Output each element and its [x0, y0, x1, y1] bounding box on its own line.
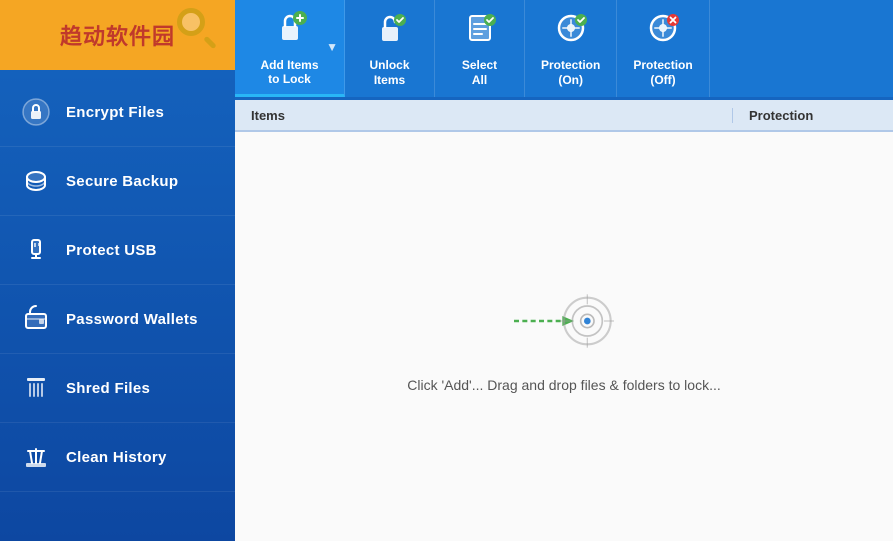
password-wallets-icon — [20, 303, 52, 335]
select-all-icon — [462, 10, 498, 54]
column-items: Items — [235, 108, 733, 123]
sidebar-item-shred-files-label: Shred Files — [66, 380, 150, 397]
sidebar-item-protect-usb-label: Protect USB — [66, 242, 157, 259]
empty-state: Click 'Add'... Drag and drop files & fol… — [235, 132, 893, 541]
select-all-button[interactable]: SelectAll — [435, 0, 525, 97]
protection-off-icon — [645, 10, 681, 54]
protection-off-button[interactable]: Protection(Off) — [617, 0, 709, 97]
shred-files-icon — [20, 372, 52, 404]
add-items-to-lock-label: Add Items to Lock — [260, 58, 318, 87]
logo-text: 趋动软件园 — [60, 19, 175, 51]
sidebar-item-encrypt-files-label: Encrypt Files — [66, 104, 164, 121]
empty-hint-text: Click 'Add'... Drag and drop files & fol… — [407, 377, 720, 393]
sidebar-item-clean-history-label: Clean History — [66, 449, 167, 466]
sidebar-item-password-wallets[interactable]: Password Wallets — [0, 285, 235, 354]
target-icon — [514, 281, 614, 361]
protection-on-button[interactable]: Protection(On) — [525, 0, 617, 97]
sidebar-item-secure-backup-label: Secure Backup — [66, 173, 178, 190]
content-area: Items Protection — [235, 100, 893, 541]
column-protection: Protection — [733, 108, 893, 123]
secure-backup-icon — [20, 165, 52, 197]
sidebar-item-encrypt-files[interactable]: Encrypt Files — [0, 78, 235, 147]
sidebar-item-protect-usb[interactable]: Protect USB — [0, 216, 235, 285]
dropdown-arrow-icon: ▼ — [326, 40, 338, 54]
protect-usb-icon — [20, 234, 52, 266]
sidebar-item-secure-backup[interactable]: Secure Backup — [0, 147, 235, 216]
protection-on-label: Protection(On) — [541, 58, 600, 87]
unlock-items-label: UnlockItems — [369, 58, 409, 87]
select-all-label: SelectAll — [462, 58, 497, 87]
toolbar: Add Items to Lock ▼ UnlockItems — [235, 0, 893, 100]
add-items-to-lock-button[interactable]: Add Items to Lock ▼ — [235, 0, 345, 97]
sidebar: 趋动软件园 Encrypt Files — [0, 0, 235, 541]
protection-on-icon — [553, 10, 589, 54]
add-items-lock-icon — [271, 8, 309, 54]
sidebar-item-clean-history[interactable]: Clean History — [0, 423, 235, 492]
main-content: Add Items to Lock ▼ UnlockItems — [235, 0, 893, 541]
logo-magnifier-icon — [177, 8, 217, 48]
sidebar-item-shred-files[interactable]: Shred Files — [0, 354, 235, 423]
table-header: Items Protection — [235, 100, 893, 132]
clean-history-icon — [20, 441, 52, 473]
encrypt-files-icon — [20, 96, 52, 128]
sidebar-nav: Encrypt Files Secure Backup — [0, 70, 235, 541]
protection-off-label: Protection(Off) — [633, 58, 692, 87]
unlock-items-icon — [372, 10, 408, 54]
unlock-items-button[interactable]: UnlockItems — [345, 0, 435, 97]
logo-area: 趋动软件园 — [0, 0, 235, 70]
sidebar-item-password-wallets-label: Password Wallets — [66, 311, 198, 328]
